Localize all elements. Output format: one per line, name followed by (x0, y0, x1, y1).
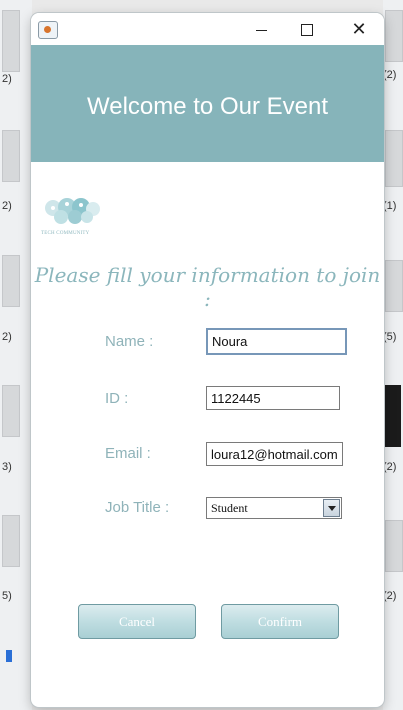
email-label: Email : (105, 445, 151, 462)
maximize-button[interactable] (284, 13, 330, 45)
background-count: (1) (383, 200, 397, 212)
background-count: 3) (2, 461, 12, 473)
background-fragment (6, 650, 12, 662)
background-thumbnail (2, 130, 20, 182)
minimize-button[interactable] (238, 13, 284, 45)
background-thumbnail (385, 10, 403, 62)
maximize-icon (301, 24, 313, 37)
name-label: Name : (105, 333, 154, 350)
close-icon: ✕ (351, 19, 367, 39)
background-count: (5) (383, 331, 397, 343)
background-thumbnail (2, 255, 20, 307)
welcome-banner: Welcome to Our Event (31, 45, 384, 162)
background-thumbnail (2, 10, 20, 72)
email-field[interactable] (206, 442, 343, 466)
job-title-label: Job Title : (105, 499, 170, 516)
background-thumbnail (385, 130, 403, 187)
background-count: 5) (2, 590, 12, 602)
background-count: (2) (383, 590, 397, 602)
java-app-icon (38, 21, 58, 39)
confirm-button[interactable]: Confirm (221, 604, 339, 639)
background-right-strip: (2) (1) (5) (2) (2) (383, 0, 403, 710)
background-left-strip: 2) 2) 2) 3) 5) (0, 0, 32, 710)
close-button[interactable]: ✕ (336, 13, 382, 45)
chevron-down-icon[interactable] (323, 499, 340, 517)
title-bar[interactable]: ✕ (31, 13, 384, 45)
job-title-dropdown[interactable]: Student (206, 497, 342, 519)
background-thumbnail (2, 385, 20, 437)
background-count: 2) (2, 200, 12, 212)
name-field[interactable] (206, 328, 347, 355)
background-fragment (385, 385, 401, 447)
banner-title: Welcome to Our Event (87, 93, 328, 120)
background-count: (2) (383, 69, 397, 81)
id-label: ID : (105, 390, 129, 407)
id-field[interactable] (206, 386, 340, 410)
minimize-icon (255, 29, 267, 31)
cancel-button[interactable]: Cancel (78, 604, 196, 639)
background-count: 2) (2, 73, 12, 85)
logo-text: TECH COMMUNITY (41, 231, 90, 236)
background-thumbnail (2, 515, 20, 567)
event-registration-window: ✕ Welcome to Our Event TECH COMMUNITY Pl… (31, 13, 384, 707)
job-title-selected: Student (211, 501, 248, 515)
background-thumbnail (385, 520, 403, 572)
background-count: (2) (383, 461, 397, 473)
background-count: 2) (2, 331, 12, 343)
form-prompt: Please fill your information to join : (34, 263, 381, 311)
background-thumbnail (385, 260, 403, 312)
